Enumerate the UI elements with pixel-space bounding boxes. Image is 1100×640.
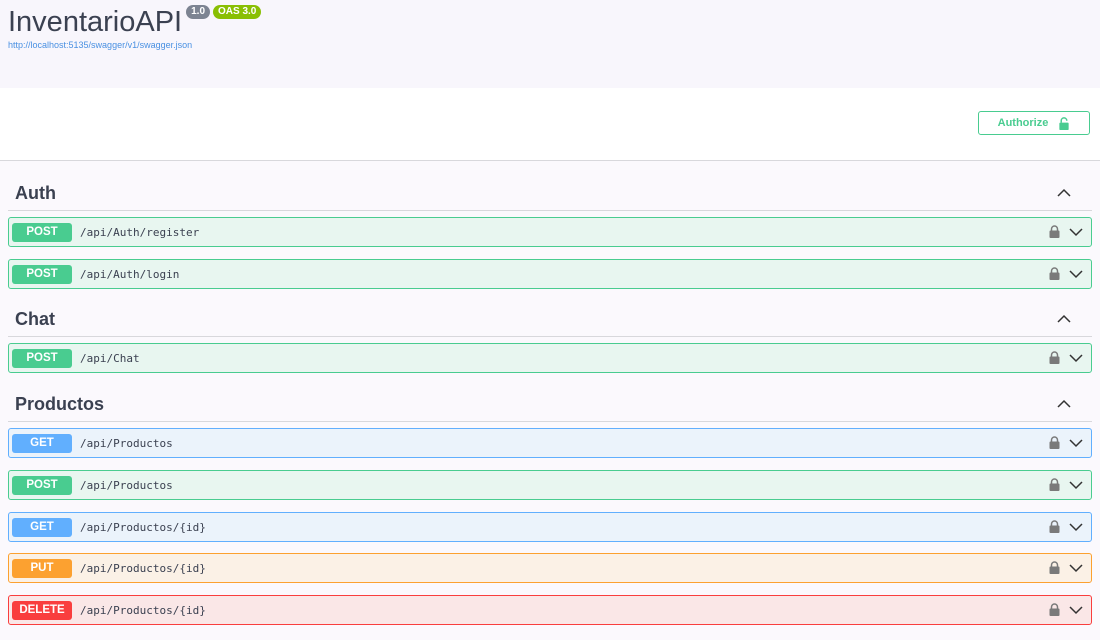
operation-path: /api/Productos/{id} bbox=[80, 603, 206, 617]
operation-put[interactable]: PUT/api/Productos/{id} bbox=[8, 553, 1092, 583]
method-badge: GET bbox=[12, 517, 72, 537]
tag-section-chat[interactable]: Chat bbox=[8, 302, 1092, 337]
chevron-down-icon[interactable] bbox=[1068, 352, 1084, 364]
chevron-down-icon[interactable] bbox=[1068, 479, 1084, 491]
chevron-down-icon[interactable] bbox=[1068, 226, 1084, 238]
operation-delete[interactable]: DELETE/api/Productos/{id} bbox=[8, 595, 1092, 625]
tag-title: Chat bbox=[15, 308, 55, 329]
method-badge: GET bbox=[12, 433, 72, 453]
lock-open-icon bbox=[1059, 116, 1070, 130]
lock-icon[interactable] bbox=[1049, 351, 1060, 364]
operation-post[interactable]: POST/api/Auth/login bbox=[8, 259, 1092, 289]
method-badge: POST bbox=[12, 264, 72, 284]
operation-path: /api/Productos bbox=[80, 478, 173, 492]
lock-icon[interactable] bbox=[1049, 478, 1060, 491]
operation-path: /api/Auth/login bbox=[80, 267, 180, 281]
lock-icon[interactable] bbox=[1049, 603, 1060, 616]
chevron-down-icon[interactable] bbox=[1068, 604, 1084, 616]
operation-path: /api/Productos/{id} bbox=[80, 520, 206, 534]
chevron-down-icon[interactable] bbox=[1068, 437, 1084, 449]
operation-path: /api/Productos bbox=[80, 436, 173, 450]
chevron-up-icon[interactable] bbox=[1056, 185, 1072, 201]
operation-path: /api/Chat bbox=[80, 351, 140, 365]
method-badge: POST bbox=[12, 222, 72, 242]
scheme-container: Authorize bbox=[0, 88, 1100, 161]
lock-icon[interactable] bbox=[1049, 225, 1060, 238]
version-badge: 1.0 bbox=[186, 5, 211, 19]
api-info-header: InventarioAPI 1.0 OAS 3.0 http://localho… bbox=[0, 0, 1100, 88]
api-title: InventarioAPI bbox=[8, 6, 183, 38]
operation-path: /api/Auth/register bbox=[80, 225, 200, 239]
chevron-up-icon[interactable] bbox=[1056, 396, 1072, 412]
lock-icon[interactable] bbox=[1049, 561, 1060, 574]
title-row: InventarioAPI 1.0 OAS 3.0 bbox=[8, 5, 262, 39]
authorize-label: Authorize bbox=[997, 117, 1049, 129]
lock-icon[interactable] bbox=[1049, 436, 1060, 449]
oas-badge: OAS 3.0 bbox=[213, 5, 262, 19]
operation-post[interactable]: POST/api/Chat bbox=[8, 343, 1092, 373]
operation-post[interactable]: POST/api/Auth/register bbox=[8, 217, 1092, 247]
lock-icon[interactable] bbox=[1049, 520, 1060, 533]
lock-icon[interactable] bbox=[1049, 267, 1060, 280]
method-badge: POST bbox=[12, 348, 72, 368]
chevron-down-icon[interactable] bbox=[1068, 268, 1084, 280]
tag-section-auth[interactable]: Auth bbox=[8, 176, 1092, 211]
method-badge: PUT bbox=[12, 558, 72, 578]
method-badge: POST bbox=[12, 475, 72, 495]
tag-title: Productos bbox=[15, 393, 105, 414]
tag-title: Auth bbox=[15, 182, 56, 203]
spec-url-link[interactable]: http://localhost:5135/swagger/v1/swagger… bbox=[8, 40, 192, 50]
authorize-button[interactable]: Authorize bbox=[978, 111, 1090, 135]
method-badge: DELETE bbox=[12, 600, 72, 620]
chevron-down-icon[interactable] bbox=[1068, 562, 1084, 574]
chevron-down-icon[interactable] bbox=[1068, 521, 1084, 533]
operation-get[interactable]: GET/api/Productos bbox=[8, 428, 1092, 458]
operation-post[interactable]: POST/api/Productos bbox=[8, 470, 1092, 500]
operation-path: /api/Productos/{id} bbox=[80, 561, 206, 575]
operation-get[interactable]: GET/api/Productos/{id} bbox=[8, 512, 1092, 542]
chevron-up-icon[interactable] bbox=[1056, 311, 1072, 327]
tag-section-productos[interactable]: Productos bbox=[8, 387, 1092, 422]
